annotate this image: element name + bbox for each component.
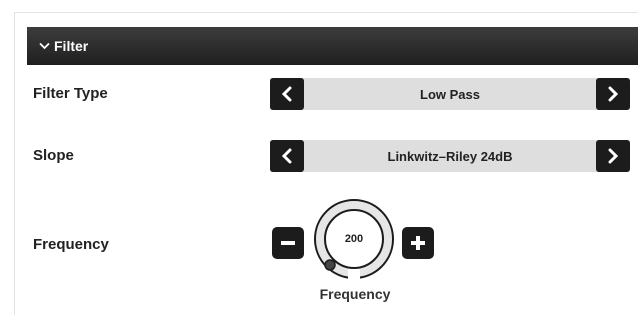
chevron-right-icon <box>608 86 619 102</box>
filter-type-next-button[interactable] <box>596 78 630 110</box>
frequency-decrease-button[interactable] <box>272 227 304 259</box>
chevron-right-icon <box>608 148 619 164</box>
knob-value: 200 <box>344 233 364 245</box>
slope-label: Slope <box>33 147 74 164</box>
chevron-left-icon <box>281 86 292 102</box>
filter-panel-header[interactable]: Filter <box>27 27 638 65</box>
panel-title: Filter <box>54 38 89 54</box>
slope-value: Linkwitz–Riley 24dB <box>387 148 513 164</box>
chevron-down-icon <box>39 42 50 50</box>
minus-icon <box>281 241 295 245</box>
slope-prev-button[interactable] <box>270 140 304 172</box>
plus-icon <box>411 236 425 250</box>
frequency-label: Frequency <box>33 236 109 253</box>
slope-selector: Linkwitz–Riley 24dB <box>270 140 630 172</box>
filter-type-value: Low Pass <box>420 86 480 102</box>
frequency-increase-button[interactable] <box>402 227 434 259</box>
frequency-knob[interactable]: 200 <box>310 195 398 283</box>
chevron-left-icon <box>281 148 292 164</box>
filter-type-selector: Low Pass <box>270 78 630 110</box>
slope-next-button[interactable] <box>596 140 630 172</box>
knob-caption: Frequency <box>319 286 391 302</box>
filter-type-prev-button[interactable] <box>270 78 304 110</box>
filter-type-label: Filter Type <box>33 85 108 102</box>
